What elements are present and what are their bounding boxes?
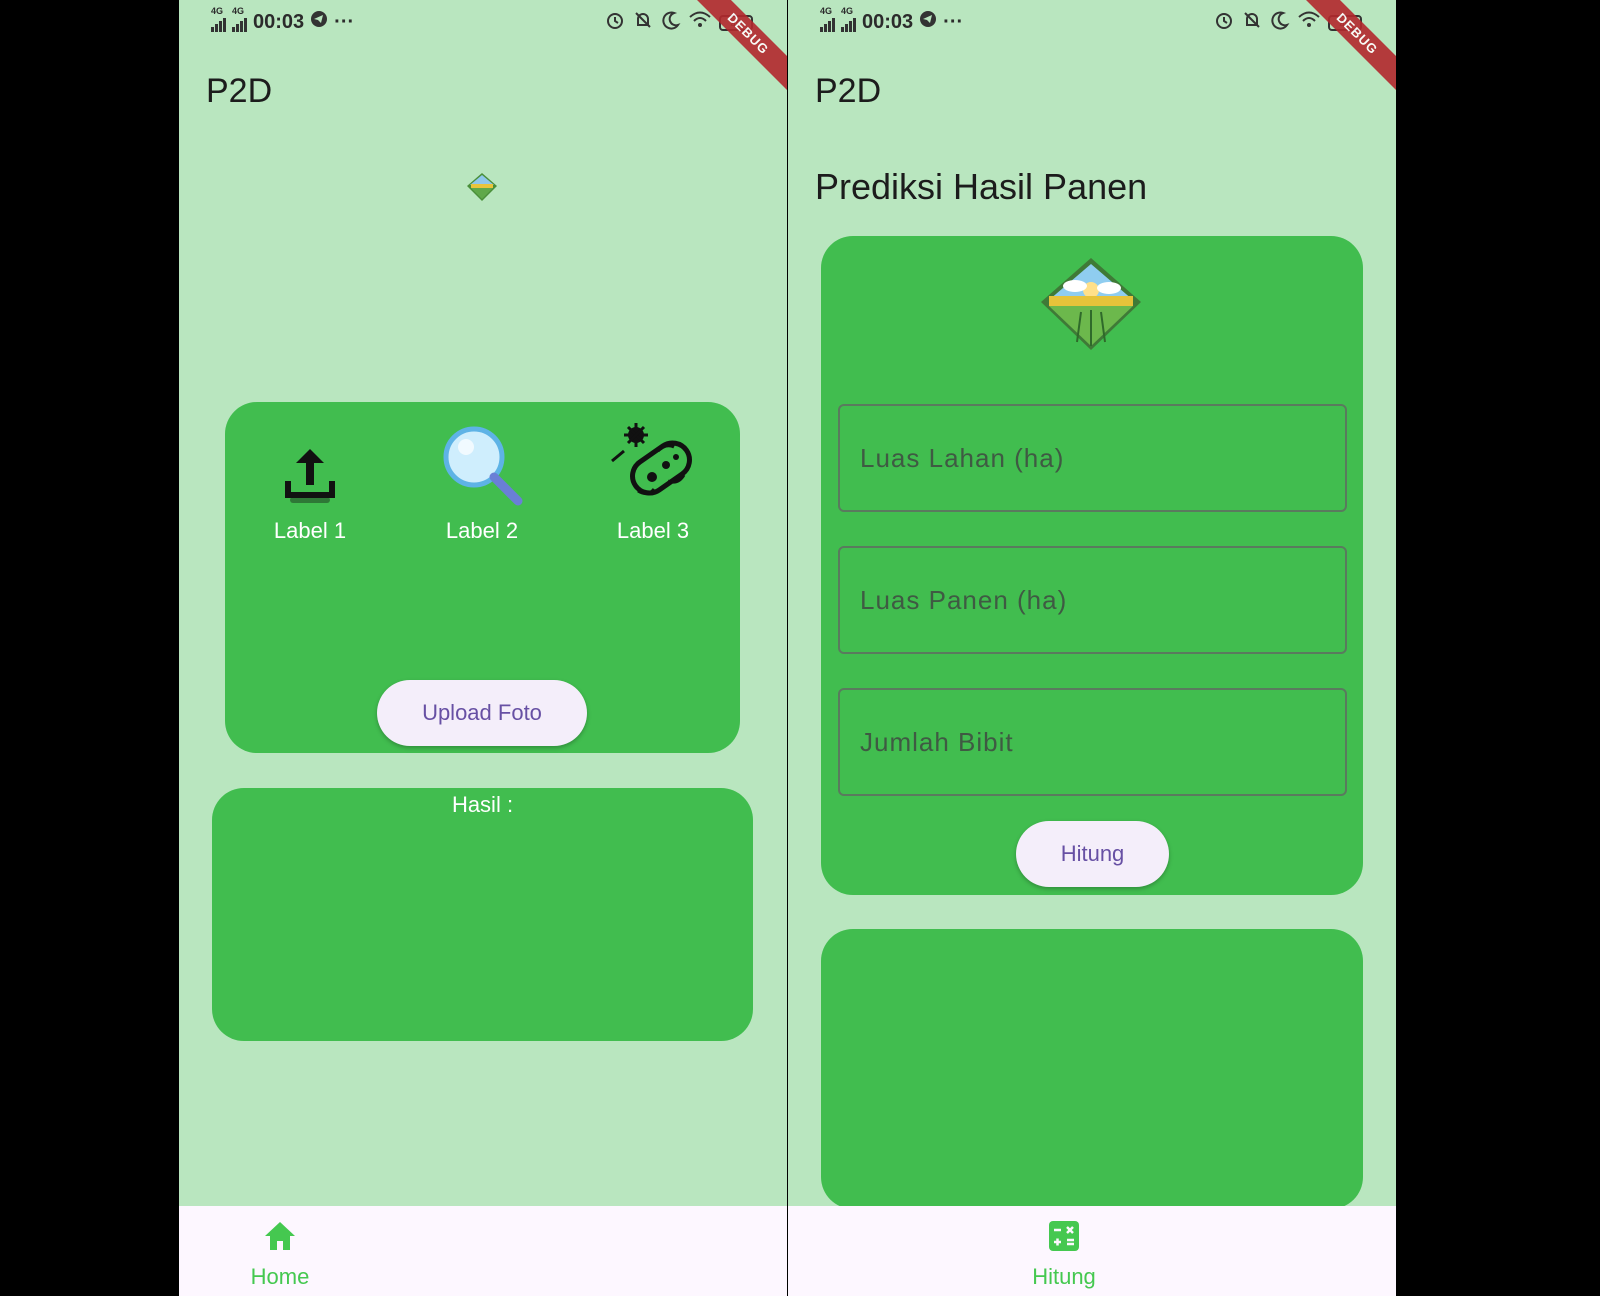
nav-home[interactable]: Home bbox=[220, 1220, 340, 1290]
app-title: P2D bbox=[815, 72, 882, 110]
feature-upload[interactable]: Label 1 bbox=[235, 402, 385, 544]
feature-label: Label 2 bbox=[445, 518, 519, 543]
luas-lahan-field[interactable] bbox=[838, 404, 1347, 512]
alarm-icon bbox=[1214, 10, 1234, 35]
upload-icon bbox=[282, 445, 338, 512]
telegram-icon bbox=[310, 10, 328, 34]
magnifier-icon bbox=[440, 423, 524, 512]
moon-icon bbox=[1270, 10, 1290, 35]
wifi-icon bbox=[689, 11, 711, 34]
rice-field-logo bbox=[465, 172, 499, 207]
feature-card: Label 1 Label 2 Label 3 Upload Foto bbox=[225, 402, 740, 753]
nav-hitung[interactable]: Hitung bbox=[1004, 1220, 1124, 1290]
signal-icon: 4G bbox=[232, 6, 247, 32]
more-icon: ··· bbox=[334, 10, 355, 33]
signal-icon: 4G bbox=[841, 6, 856, 32]
jumlah-bibit-field[interactable] bbox=[838, 688, 1347, 796]
nav-label: Home bbox=[250, 1264, 310, 1289]
luas-panen-input[interactable] bbox=[840, 548, 1345, 652]
rice-field-logo bbox=[1037, 256, 1145, 357]
bottom-navigation: Home bbox=[179, 1206, 787, 1296]
bell-off-icon bbox=[1242, 10, 1262, 35]
jumlah-bibit-input[interactable] bbox=[840, 690, 1345, 794]
upload-photo-button[interactable]: Upload Foto bbox=[377, 680, 587, 746]
hitung-screen: 4G 4G 00:03 ··· 40 DEBUG P2D Prediksi Ha… bbox=[788, 0, 1396, 1296]
feature-label: Label 3 bbox=[616, 518, 690, 543]
signal-icon: 4G bbox=[820, 6, 835, 32]
app-title: P2D bbox=[206, 72, 273, 110]
home-screen: 4G 4G 00:03 ··· 40 DEBUG P2D bbox=[179, 0, 787, 1296]
bell-off-icon bbox=[633, 10, 653, 35]
calculator-icon bbox=[1048, 1221, 1080, 1257]
signal-icon: 4G bbox=[211, 6, 226, 32]
moon-icon bbox=[661, 10, 681, 35]
more-icon: ··· bbox=[943, 10, 964, 33]
result-card: Hasil : bbox=[212, 788, 753, 1041]
feature-disease[interactable]: Label 3 bbox=[578, 402, 728, 544]
prediction-form-card: Hitung bbox=[821, 236, 1363, 895]
status-bar: 4G 4G 00:03 ··· 40 bbox=[179, 0, 787, 44]
bacteria-icon bbox=[608, 421, 698, 512]
prediction-result-card bbox=[821, 929, 1363, 1209]
result-label: Hasil : bbox=[451, 792, 514, 817]
status-time: 00:03 bbox=[862, 10, 914, 33]
feature-search[interactable]: Label 2 bbox=[407, 402, 557, 544]
status-bar: 4G 4G 00:03 ··· 40 bbox=[788, 0, 1396, 44]
hitung-button[interactable]: Hitung bbox=[1016, 821, 1169, 887]
wifi-icon bbox=[1298, 11, 1320, 34]
feature-label: Label 1 bbox=[273, 518, 347, 543]
status-time: 00:03 bbox=[253, 10, 305, 33]
home-icon bbox=[263, 1222, 297, 1257]
telegram-icon bbox=[919, 10, 937, 34]
nav-label: Hitung bbox=[1032, 1264, 1096, 1289]
bottom-navigation: Hitung bbox=[788, 1206, 1396, 1296]
luas-panen-field[interactable] bbox=[838, 546, 1347, 654]
luas-lahan-input[interactable] bbox=[840, 406, 1345, 510]
alarm-icon bbox=[605, 10, 625, 35]
section-title: Prediksi Hasil Panen bbox=[815, 166, 1148, 207]
